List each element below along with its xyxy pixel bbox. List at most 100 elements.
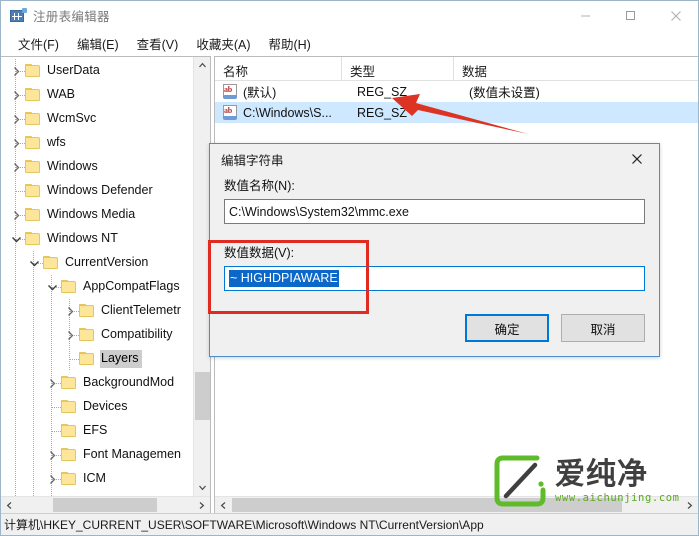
chevron-right-icon[interactable]	[44, 371, 60, 395]
tree-guide-line	[33, 395, 34, 419]
scroll-up-arrow-icon[interactable]	[194, 57, 210, 74]
tree-item-windows-media[interactable]: Windows Media	[1, 203, 193, 227]
value-data-input[interactable]: ~ HIGHDPIAWARE	[224, 266, 645, 291]
tree-horizontal-scrollbar[interactable]	[1, 496, 210, 513]
value-name-text: C:\Windows\System32\mmc.exe	[229, 204, 409, 219]
chevron-down-icon[interactable]	[8, 227, 24, 251]
chevron-right-icon[interactable]	[44, 491, 60, 496]
menu-item-edit[interactable]: 编辑(E)	[68, 31, 128, 57]
string-value-icon: ab	[222, 84, 239, 99]
cell-value-type: REG_SZ	[357, 84, 408, 99]
chevron-right-icon[interactable]	[8, 107, 24, 131]
chevron-right-icon[interactable]	[44, 443, 60, 467]
status-bar: 计算机\HKEY_CURRENT_USER\SOFTWARE\Microsoft…	[1, 513, 698, 535]
column-header-data[interactable]: 数据	[454, 57, 698, 80]
cell-value-name: C:\Windows\S...	[243, 105, 332, 120]
chevron-down-icon[interactable]	[44, 275, 60, 299]
tree-indent-spacer	[1, 323, 62, 347]
dialog-close-icon[interactable]	[615, 144, 659, 174]
folder-icon	[78, 328, 95, 342]
tree-item-label: wfs	[47, 135, 66, 149]
tree-guide-line	[33, 371, 34, 395]
tree-item-userdata[interactable]: UserData	[1, 59, 193, 83]
tree-item-efs[interactable]: EFS	[1, 419, 193, 443]
menu-item-file[interactable]: 文件(F)	[9, 31, 68, 57]
tree-item-label: CurrentVersion	[65, 255, 149, 269]
tree-guide-line	[15, 299, 16, 323]
chevron-right-icon[interactable]	[8, 83, 24, 107]
tree-item-icm[interactable]: ICM	[1, 467, 193, 491]
registry-path-text: 计算机\HKEY_CURRENT_USER\SOFTWARE\Microsoft…	[4, 518, 484, 532]
tree-item-font-managemen[interactable]: Font Managemen	[1, 443, 193, 467]
column-header-type[interactable]: 类型	[342, 57, 454, 80]
cancel-button[interactable]: 取消	[561, 314, 645, 342]
folder-icon	[24, 136, 41, 150]
tree-item-wab[interactable]: WAB	[1, 83, 193, 107]
tree-indent-spacer	[1, 371, 44, 395]
tree-item-windows[interactable]: Windows	[1, 155, 193, 179]
scroll-right-arrow-icon[interactable]	[193, 497, 210, 513]
scroll-down-arrow-icon[interactable]	[194, 479, 210, 496]
tree-item-appcompatflags[interactable]: AppCompatFlags	[1, 275, 193, 299]
tree-item-clienttelemetr[interactable]: ClientTelemetr	[1, 299, 193, 323]
tree-item-windows-nt[interactable]: Windows NT	[1, 227, 193, 251]
tree-indent-spacer	[1, 83, 8, 107]
folder-icon	[24, 208, 41, 222]
tree-scroll-thumb[interactable]	[195, 372, 210, 420]
tree-item-label: Windows	[47, 159, 98, 173]
tree-guide-line	[33, 419, 34, 443]
chevron-right-icon[interactable]	[8, 155, 24, 179]
value-name-label: 数值名称(N):	[224, 179, 295, 193]
tree-item-backgroundmod[interactable]: BackgroundMod	[1, 371, 193, 395]
tree-guide-line	[15, 347, 16, 371]
registry-tree-pane: UserData WAB WcmSvc wfs Windows Windows Defen…	[1, 56, 211, 513]
tree-indent-spacer	[1, 155, 8, 179]
value-name-input[interactable]: C:\Windows\System32\mmc.exe	[224, 199, 645, 224]
menu-item-favorites[interactable]: 收藏夹(A)	[187, 31, 259, 57]
cell-value-name: (默认)	[243, 86, 277, 100]
tree-item-compatibility[interactable]: Compatibility	[1, 323, 193, 347]
tree-vertical-scrollbar[interactable]	[193, 57, 210, 496]
scroll-left-arrow-icon[interactable]	[1, 497, 18, 513]
tree-guide-line	[33, 299, 34, 323]
tree-item-wcmsvc[interactable]: WcmSvc	[1, 107, 193, 131]
chevron-down-icon[interactable]	[26, 251, 42, 275]
list-scroll-left-arrow-icon[interactable]	[215, 497, 232, 513]
tree-indent-spacer	[1, 443, 44, 467]
list-scroll-right-arrow-icon[interactable]	[681, 497, 698, 513]
string-value-icon: ab	[222, 105, 239, 120]
column-header-name[interactable]: 名称	[215, 57, 342, 80]
chevron-right-icon[interactable]	[8, 131, 24, 155]
folder-icon	[24, 64, 41, 78]
chevron-right-icon[interactable]	[8, 203, 24, 227]
tree-guide-line	[15, 395, 16, 419]
menu-item-help[interactable]: 帮助(H)	[259, 31, 319, 57]
menu-item-view[interactable]: 查看(V)	[128, 31, 188, 57]
tree-item-windows-defender[interactable]: Windows Defender	[1, 179, 193, 203]
tree-item-label: WAB	[47, 87, 76, 101]
maximize-button[interactable]	[608, 1, 653, 30]
tree-item-currentversion[interactable]: CurrentVersion	[1, 251, 193, 275]
folder-icon	[24, 160, 41, 174]
tree-item-layers[interactable]: Layers	[1, 347, 193, 371]
chevron-right-icon[interactable]	[44, 467, 60, 491]
menu-bar: 文件(F) 编辑(E) 查看(V) 收藏夹(A) 帮助(H)	[1, 31, 698, 56]
close-button[interactable]	[653, 1, 698, 30]
folder-icon	[60, 448, 77, 462]
table-row[interactable]: ab (默认) REG_SZ (数值未设置)	[215, 81, 698, 102]
tree-item-devices[interactable]: Devices	[1, 395, 193, 419]
chevron-right-icon[interactable]	[8, 59, 24, 83]
tree-hscroll-thumb[interactable]	[53, 498, 157, 512]
table-row[interactable]: ab C:\Windows\S... REG_SZ	[215, 102, 698, 123]
tree-indent-spacer	[1, 227, 8, 251]
chevron-right-icon[interactable]	[62, 299, 78, 323]
chevron-right-icon[interactable]	[62, 323, 78, 347]
minimize-button[interactable]	[563, 1, 608, 30]
tree-item-wfs[interactable]: wfs	[1, 131, 193, 155]
list-hscroll-thumb[interactable]	[232, 498, 622, 512]
tree-indent-spacer	[1, 59, 8, 83]
ok-button[interactable]: 确定	[465, 314, 549, 342]
tree-indent-spacer	[1, 299, 62, 323]
list-horizontal-scrollbar[interactable]	[215, 496, 698, 513]
dialog-title: 编辑字符串	[221, 154, 284, 168]
